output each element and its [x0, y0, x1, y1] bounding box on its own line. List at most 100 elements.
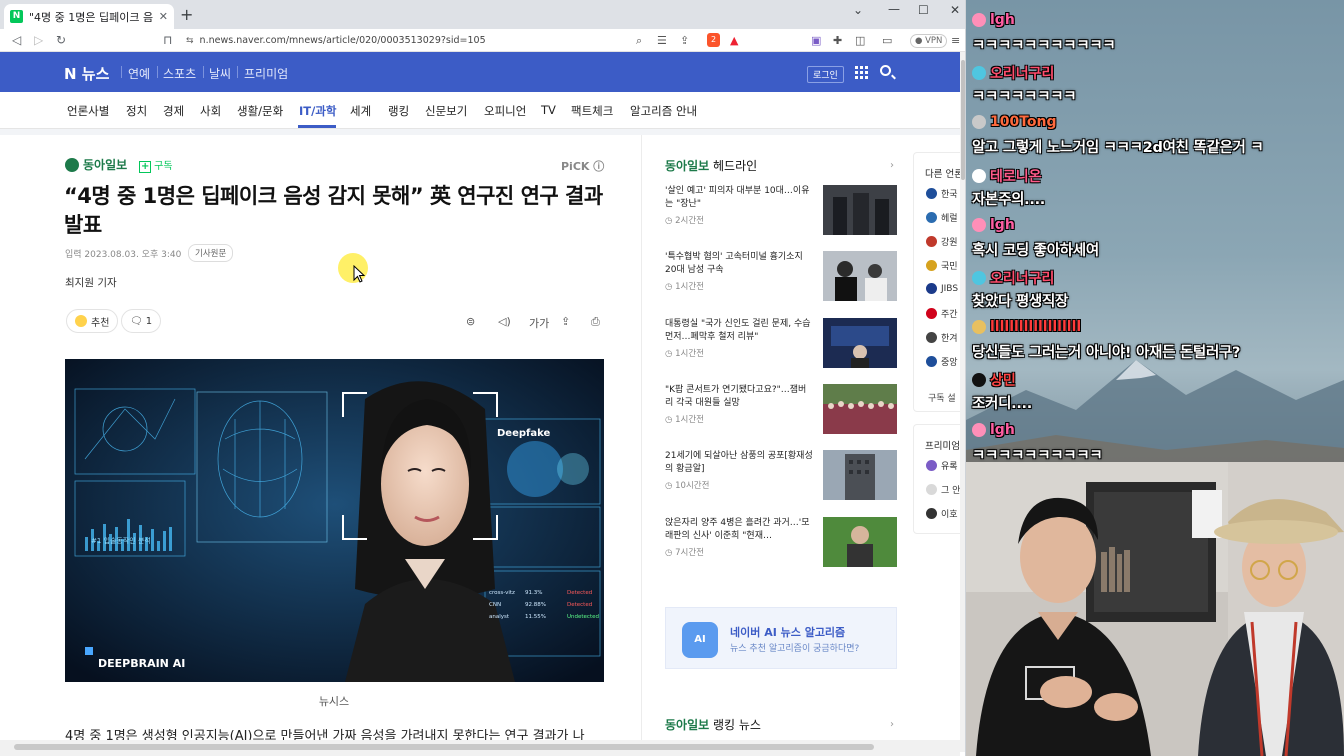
cat-factcheck[interactable]: 팩트체크 [571, 103, 613, 119]
font-size-button[interactable]: 가가 [529, 315, 549, 331]
cat-society[interactable]: 사회 [200, 103, 221, 119]
original-article-button[interactable]: 기사원문 [188, 244, 234, 262]
comment-button[interactable]: 🗨 1 [121, 309, 162, 333]
site-info-icon[interactable]: ⇆ [186, 36, 194, 46]
other-press-item[interactable]: 한겨 [926, 331, 958, 344]
other-press-item[interactable]: 강원 [926, 235, 958, 248]
login-button[interactable]: 로그인 [807, 66, 844, 83]
brave-shields-icon[interactable]: 2 [707, 33, 720, 47]
browser-tab[interactable]: N "4명 중 1명은 딥페이크 음성 감지 ✕ [4, 4, 174, 29]
menu-premium[interactable]: 프리미엄 [244, 65, 288, 82]
subscribe-settings-button[interactable]: 구독 설 [928, 391, 956, 404]
premium-item[interactable]: 유록 [926, 459, 958, 472]
share-icon[interactable]: ⇪ [680, 34, 689, 47]
cat-it-science[interactable]: IT/과학 [299, 103, 336, 119]
address-bar[interactable]: ⇆ n.news.naver.com/mnews/article/020/000… [178, 31, 698, 50]
reader-icon[interactable]: ☰ [657, 34, 667, 47]
cat-by-press[interactable]: 언론사별 [67, 103, 109, 119]
url-text: n.news.naver.com/mnews/article/020/00035… [199, 35, 486, 46]
cat-politics[interactable]: 정치 [126, 103, 147, 119]
other-press-item[interactable]: 중앙 [926, 355, 958, 368]
search-icon[interactable] [880, 65, 891, 76]
headline-time: 1시간전 [665, 413, 704, 425]
other-press-item[interactable]: JIBS [926, 283, 958, 294]
subscribe-button[interactable]: + 구독 [139, 157, 173, 173]
print-icon[interactable]: ⎙ [591, 315, 600, 329]
ranking-news-title[interactable]: 동아일보 랭킹 뉴스 [665, 716, 761, 733]
algorithm-banner[interactable]: AI 네이버 AI 뉴스 알고리즘 뉴스 추천 알고리즘이 궁금하다면? [665, 607, 897, 669]
tab-close-icon[interactable]: ✕ [159, 10, 168, 23]
menu-sports[interactable]: 스포츠 [163, 65, 196, 82]
chat-username[interactable]: lgh [972, 217, 1015, 233]
apps-grid-icon[interactable] [855, 66, 868, 79]
maximize-icon[interactable]: ☐ [918, 3, 929, 17]
horizontal-scroll-thumb[interactable] [14, 744, 874, 750]
chat-username[interactable]: lgh [972, 12, 1015, 28]
chat-username[interactable]: 오리너구리 [972, 63, 1054, 83]
wallet-icon[interactable]: ▭ [882, 34, 892, 47]
chat-message: 찾았다 평생직장 [972, 294, 1069, 310]
naver-news-logo[interactable]: N 뉴스 [64, 63, 109, 84]
chat-username[interactable]: lllllllllllllllllll [972, 319, 1081, 335]
chat-username[interactable]: 상민 [972, 370, 1016, 390]
cat-algorithm[interactable]: 알고리즘 안내 [630, 103, 697, 119]
press-logo-icon [926, 212, 937, 223]
headline-item[interactable]: "K팝 콘서트가 연기됐다고요?"…잼버리 각국 대원들 실망 1시간전 [665, 384, 897, 444]
chat-username[interactable]: lgh [972, 422, 1015, 438]
chat-message: 조커디.... [972, 396, 1032, 413]
vertical-scroll-thumb[interactable] [961, 60, 965, 180]
premium-item[interactable]: 그 안 [926, 483, 960, 496]
cat-newspaper[interactable]: 신문보기 [425, 103, 467, 119]
summary-bot-icon[interactable]: ⊜ [466, 315, 475, 328]
press-name[interactable]: 동아일보 [83, 156, 127, 173]
chevron-right-icon[interactable]: › [890, 719, 894, 730]
cat-economy[interactable]: 경제 [163, 103, 184, 119]
pick-badge[interactable]: PiCK ⓘ [561, 158, 604, 174]
sidebar-icon[interactable]: ◫ [855, 34, 865, 47]
headline-item[interactable]: '특수협박 혐의' 고속터미널 흉기소지 20대 남성 구속 1시간전 [665, 251, 897, 311]
chat-username[interactable]: 오리너구리 [972, 268, 1054, 288]
menu-entertainment[interactable]: 연예 [128, 65, 150, 82]
other-press-item[interactable]: 주간 [926, 307, 958, 320]
tab-strip: N "4명 중 1명은 딥페이크 음성 감지 ✕ + ⌄ — ☐ ✕ [0, 0, 965, 29]
other-press-item[interactable]: 한국 [926, 187, 958, 200]
tab-list-chevron-icon[interactable]: ⌄ [853, 3, 863, 17]
other-press-item[interactable]: 헤럴 [926, 211, 958, 224]
reload-icon[interactable]: ↻ [56, 33, 66, 47]
other-press-item[interactable]: 국민 [926, 259, 958, 272]
cat-opinion[interactable]: 오피니언 [484, 103, 526, 119]
chat-message: 알고 그렇게 노느거임 ㅋㅋㅋ2d여친 똑같은거 ㅋ [972, 140, 1264, 157]
recommend-button[interactable]: 추천 [66, 309, 119, 333]
menu-weather[interactable]: 날씨 [209, 65, 231, 82]
premium-item[interactable]: 이호 [926, 507, 958, 520]
share-icon[interactable]: ⇪ [561, 315, 570, 328]
cat-life[interactable]: 생활/문화 [237, 103, 283, 119]
audio-icon[interactable]: ◁) [498, 315, 511, 328]
headline-item[interactable]: 앉은자리 양주 4병은 흘려간 과거…'모래판의 신사' 이준희 "현재… 7시… [665, 517, 897, 577]
zoom-icon[interactable]: ⌕ [636, 34, 642, 48]
headline-panel-title[interactable]: 동아일보 헤드라인 [665, 157, 897, 174]
minimize-icon[interactable]: — [888, 2, 900, 16]
chevron-right-icon[interactable]: › [890, 160, 894, 171]
reporter-name[interactable]: 최지원 기자 [65, 275, 117, 290]
headline-item[interactable]: 21세기에 되살아난 삼풍의 공포[황재성의 황금알] 10시간전 [665, 450, 897, 510]
headline-item[interactable]: 대통령실 "국가 신인도 걸린 문제, 수습 먼저…폐막후 철저 리뷰" 1시간… [665, 318, 897, 378]
chat-username[interactable]: 테로니온 [972, 166, 1042, 186]
menu-icon[interactable]: ≡ [951, 34, 960, 47]
back-icon[interactable]: ◁ [12, 33, 21, 47]
new-tab-button[interactable]: + [180, 6, 193, 24]
cat-world[interactable]: 세계 [350, 103, 371, 119]
rewards-icon[interactable]: ▲ [730, 34, 738, 47]
cat-ranking[interactable]: 랭킹 [388, 103, 409, 119]
press-logo-icon[interactable] [65, 157, 79, 172]
chat-username[interactable]: 100Tong [972, 114, 1057, 130]
vpn-button[interactable]: ● VPN [910, 34, 948, 48]
headline-item[interactable]: '살인 예고' 피의자 대부분 10대…이유는 "장난" 2시간전 [665, 185, 897, 245]
extension-m-icon[interactable]: ▣ [811, 34, 821, 47]
window-close-icon[interactable]: ✕ [950, 3, 960, 17]
forward-icon[interactable]: ▷ [34, 33, 43, 47]
cat-tv[interactable]: TV [541, 103, 556, 117]
extensions-icon[interactable]: ✚ [833, 34, 842, 47]
bookmark-icon[interactable]: ⊓ [163, 33, 172, 47]
chat-avatar-icon [972, 66, 986, 81]
